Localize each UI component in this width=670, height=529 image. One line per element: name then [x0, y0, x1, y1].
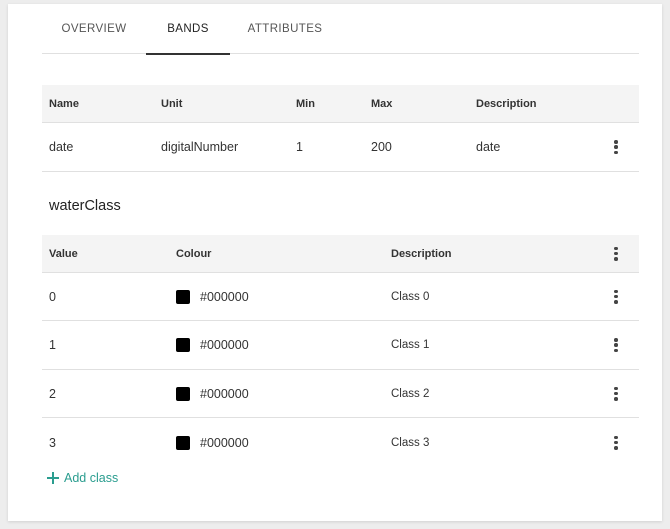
more-vert-icon[interactable]	[609, 245, 623, 263]
tab-bands[interactable]: BANDS	[146, 4, 230, 55]
class-description: Class 0	[391, 290, 430, 303]
colour-swatch[interactable]	[176, 435, 190, 450]
class-section-title: waterClass	[49, 198, 121, 214]
column-header-class-description: Description	[391, 247, 452, 260]
column-header-name: Name	[49, 97, 79, 110]
plus-icon	[47, 472, 59, 484]
column-header-min: Min	[296, 97, 315, 110]
table-row[interactable]: 2 #000000 Class 2	[42, 370, 639, 418]
colour-hex: #000000	[200, 386, 249, 401]
column-header-unit: Unit	[161, 97, 183, 110]
column-header-value: Value	[49, 247, 78, 260]
band-editor-card: OVERVIEW BANDS ATTRIBUTES Name Unit Min …	[8, 4, 662, 521]
band-max: 200	[371, 140, 392, 154]
colour-hex: #000000	[200, 435, 249, 450]
column-header-max: Max	[371, 97, 393, 110]
class-value: 1	[49, 338, 56, 352]
column-header-description: Description	[476, 97, 537, 110]
add-class-label: Add class	[64, 471, 119, 485]
more-vert-icon[interactable]	[609, 434, 623, 452]
class-description: Class 2	[391, 387, 430, 400]
table-row[interactable]: 0 #000000 Class 0	[42, 273, 639, 321]
more-vert-icon[interactable]	[609, 336, 623, 354]
class-value: 0	[49, 289, 56, 304]
class-colour[interactable]: #000000	[176, 370, 249, 417]
more-vert-icon[interactable]	[609, 288, 623, 306]
band-description: date	[476, 140, 501, 154]
colour-swatch[interactable]	[176, 386, 190, 401]
tab-bar: OVERVIEW BANDS ATTRIBUTES	[42, 4, 639, 55]
colour-swatch[interactable]	[176, 338, 190, 352]
class-table-header: Value Colour Description	[42, 235, 639, 273]
colour-hex: #000000	[200, 289, 249, 304]
colour-swatch[interactable]	[176, 289, 190, 304]
band-unit: digitalNumber	[161, 140, 239, 154]
class-value: 2	[49, 386, 56, 401]
more-vert-icon[interactable]	[609, 385, 623, 403]
band-name: date	[49, 140, 74, 154]
class-description: Class 1	[391, 339, 430, 351]
table-row[interactable]: date digitalNumber 1 200 date	[42, 123, 639, 172]
more-vert-icon[interactable]	[609, 138, 623, 156]
colour-hex: #000000	[200, 338, 249, 352]
band-min: 1	[296, 140, 303, 154]
table-row[interactable]: 1 #000000 Class 1	[42, 321, 639, 370]
column-header-colour: Colour	[176, 247, 212, 260]
add-class-button[interactable]: Add class	[47, 471, 118, 485]
class-description: Class 3	[391, 436, 430, 449]
class-colour[interactable]: #000000	[176, 418, 249, 467]
table-row[interactable]: 3 #000000 Class 3	[42, 418, 639, 467]
class-colour[interactable]: #000000	[176, 321, 249, 369]
tab-attributes[interactable]: ATTRIBUTES	[230, 4, 340, 54]
bands-table-header: Name Unit Min Max Description	[42, 85, 639, 123]
class-value: 3	[49, 435, 56, 450]
tab-overview[interactable]: OVERVIEW	[42, 4, 146, 54]
class-colour[interactable]: #000000	[176, 273, 249, 320]
